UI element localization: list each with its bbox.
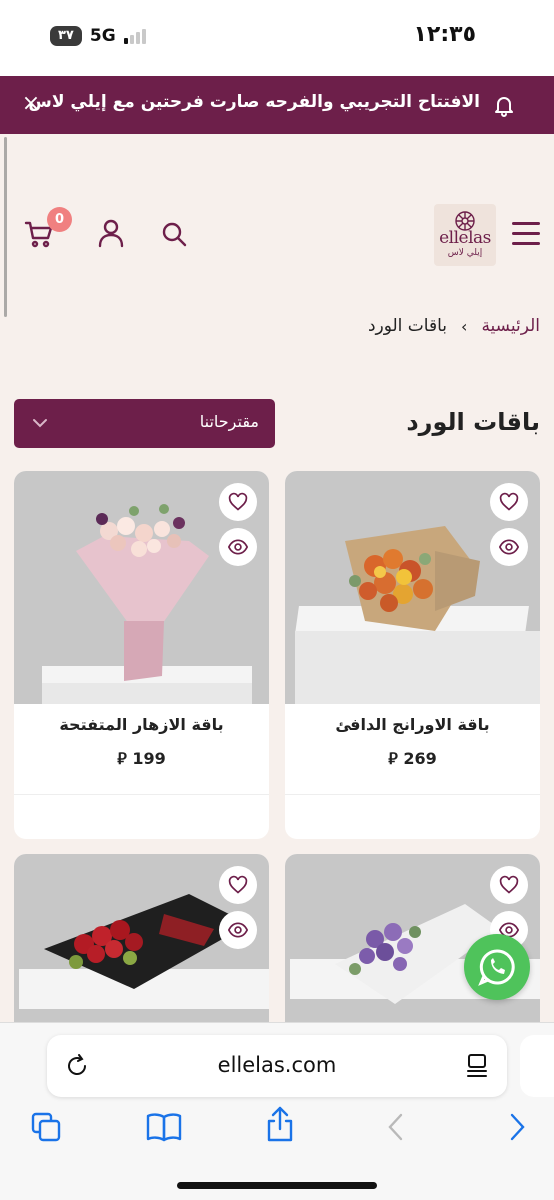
back-icon[interactable] (385, 1111, 407, 1143)
whatsapp-chat-button[interactable] (464, 934, 530, 1000)
forward-icon[interactable] (506, 1111, 528, 1143)
product-card[interactable]: باقة الازهار المتفتحة 199 ⃁ (14, 471, 269, 839)
battery-indicator: ٣٧ (50, 26, 82, 46)
product-price: 199 ⃁ (117, 749, 166, 768)
heart-icon (228, 492, 248, 511)
share-icon[interactable] (264, 1105, 296, 1143)
card-divider (285, 794, 540, 795)
eye-icon (499, 539, 519, 555)
breadcrumb-home-link[interactable]: الرئيسية (481, 316, 540, 336)
status-bar: ٣٧ 5G ١٢:٣٥ (0, 0, 554, 76)
bell-icon (495, 97, 513, 117)
status-time: ١٢:٣٥ (413, 22, 476, 47)
quick-view-button[interactable] (219, 911, 257, 949)
breadcrumb-current: باقات الورد (367, 316, 448, 336)
browser-toolbar: ellelas.com (0, 1022, 554, 1200)
product-name[interactable]: باقة الازهار المتفتحة (14, 715, 269, 734)
home-indicator[interactable] (177, 1182, 377, 1189)
tabs-icon[interactable] (30, 1111, 62, 1143)
wishlist-button[interactable] (219, 483, 257, 521)
page-title: باقات الورد (406, 408, 540, 436)
eye-icon (228, 539, 248, 555)
breadcrumb-separator: › (461, 316, 468, 336)
signal-icon (123, 28, 146, 44)
sort-selected-value: مقترحاتنا (199, 412, 259, 431)
product-card[interactable]: باقة الاورانج الدافئ 269 ⃁ (285, 471, 540, 839)
user-icon[interactable] (96, 218, 126, 248)
wishlist-button[interactable] (219, 866, 257, 904)
network-indicator: 5G (89, 26, 116, 46)
card-divider (14, 794, 269, 795)
wishlist-button[interactable] (490, 866, 528, 904)
logo-text: ellelas (439, 228, 491, 248)
chevron-down-icon (33, 419, 47, 428)
announcement-text: الافتتاح التجريبي والفرحه صارت فرحتين مع… (28, 92, 480, 112)
cart-count-badge: 0 (47, 207, 72, 232)
heart-icon (499, 492, 519, 511)
search-icon[interactable] (160, 220, 188, 248)
menu-icon[interactable] (512, 222, 540, 246)
announcement-bar: × الافتتاح التجريبي والفرحه صارت فرحتين … (0, 76, 554, 134)
url-text[interactable]: ellelas.com (47, 1053, 507, 1077)
site-header: ellelas إيلي لاس 0 (0, 134, 554, 304)
logo-subtext: إيلي لاس (447, 248, 483, 258)
heart-icon (499, 875, 519, 894)
heart-icon (228, 875, 248, 894)
reader-mode-icon[interactable] (465, 1053, 489, 1079)
quick-view-button[interactable] (490, 528, 528, 566)
status-indicators: ٣٧ 5G (50, 26, 146, 46)
next-tab-preview[interactable] (520, 1035, 554, 1097)
breadcrumb: الرئيسية › باقات الورد (368, 316, 540, 336)
wishlist-button[interactable] (490, 483, 528, 521)
sort-dropdown[interactable]: مقترحاتنا (14, 399, 275, 448)
address-bar[interactable]: ellelas.com (47, 1035, 507, 1097)
eye-icon (228, 922, 248, 938)
whatsapp-icon (478, 949, 515, 986)
quick-view-button[interactable] (219, 528, 257, 566)
product-name[interactable]: باقة الاورانج الدافئ (285, 715, 540, 734)
bookmarks-icon[interactable] (145, 1111, 183, 1143)
product-price: 269 ⃁ (388, 749, 437, 768)
site-logo[interactable]: ellelas إيلي لاس (434, 204, 496, 266)
